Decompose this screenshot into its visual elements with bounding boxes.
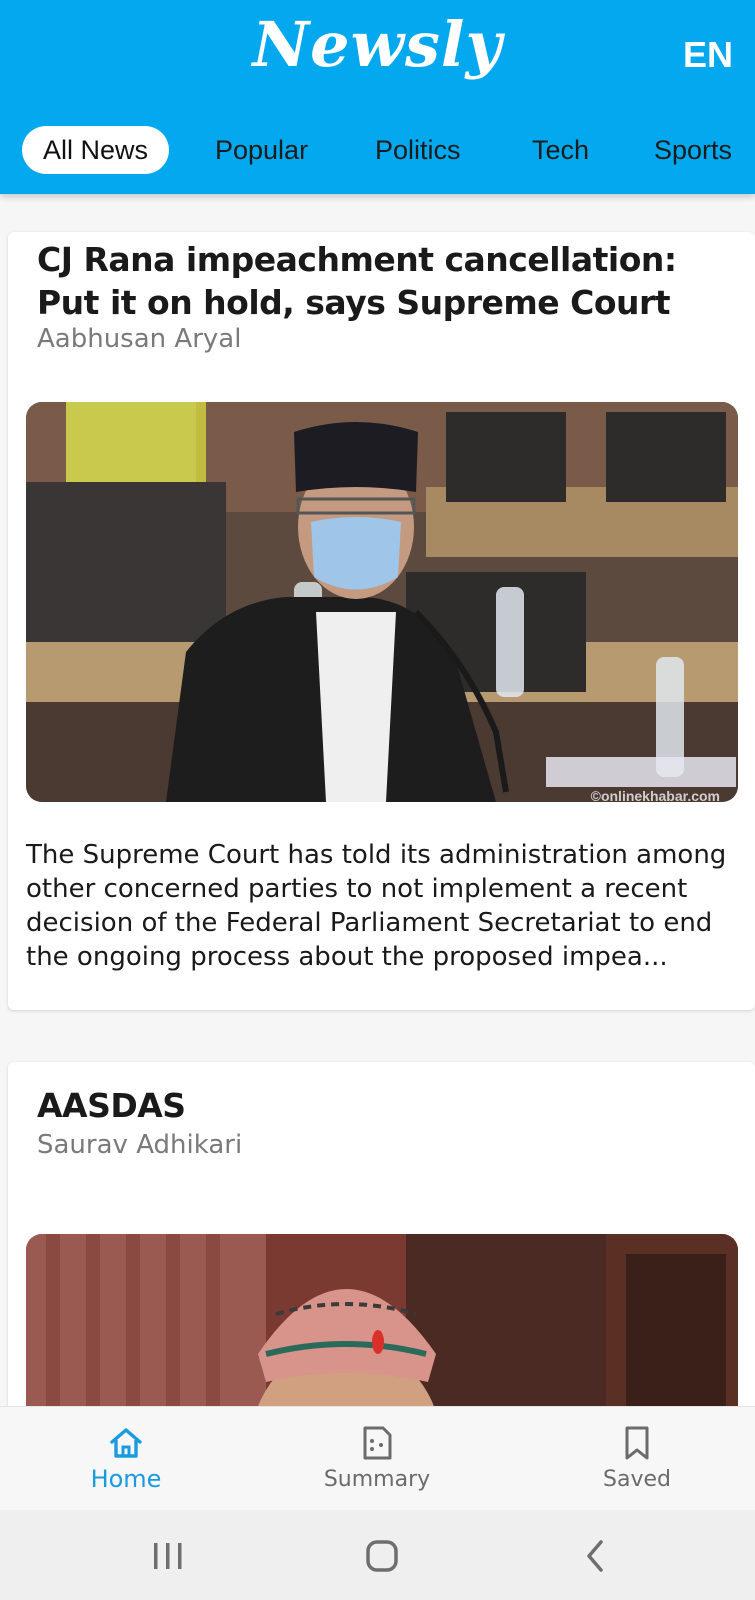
app-header: Newsly EN All News Popular Politics Tech… bbox=[0, 0, 755, 194]
article-photo bbox=[26, 402, 738, 802]
tab-politics[interactable]: Politics bbox=[375, 126, 461, 174]
bookmark-icon bbox=[625, 1426, 649, 1460]
nav-summary-label: Summary bbox=[323, 1467, 431, 1492]
tab-popular[interactable]: Popular bbox=[215, 126, 308, 174]
image-watermark: ©onlinekhabar.com bbox=[590, 788, 720, 802]
article-title[interactable]: CJ Rana impeachment cancellation: Put it… bbox=[37, 238, 735, 324]
tab-tech[interactable]: Tech bbox=[532, 126, 589, 174]
bottom-navigation: Home Summary Saved bbox=[0, 1406, 755, 1511]
language-toggle[interactable]: EN bbox=[683, 34, 733, 76]
nav-home-label: Home bbox=[90, 1465, 162, 1493]
back-icon[interactable] bbox=[574, 1534, 618, 1578]
nav-saved[interactable]: Saved bbox=[567, 1407, 707, 1511]
nav-summary[interactable]: Summary bbox=[307, 1407, 447, 1511]
article-card[interactable]: CJ Rana impeachment cancellation: Put it… bbox=[8, 232, 755, 1010]
app-logo: Newsly bbox=[252, 8, 503, 81]
article-title[interactable]: AASDAS bbox=[37, 1084, 735, 1127]
tab-sports[interactable]: Sports bbox=[654, 126, 732, 174]
article-author: Saurav Adhikari bbox=[37, 1130, 243, 1160]
article-author: Aabhusan Aryal bbox=[37, 324, 242, 354]
home-icon bbox=[110, 1428, 142, 1458]
article-snippet: The Supreme Court has told its administr… bbox=[26, 840, 727, 972]
home-circle-icon[interactable] bbox=[360, 1534, 404, 1578]
category-tabs: All News Popular Politics Tech Sports bbox=[0, 126, 755, 174]
article-image[interactable]: ©onlinekhabar.com bbox=[26, 402, 738, 802]
system-navigation-bar bbox=[0, 1510, 755, 1600]
tab-all-news[interactable]: All News bbox=[22, 126, 170, 174]
article-card[interactable]: AASDAS Saurav Adhikari bbox=[8, 1062, 755, 1464]
summary-icon bbox=[363, 1426, 392, 1460]
nav-saved-label: Saved bbox=[603, 1467, 671, 1492]
recent-apps-icon[interactable] bbox=[146, 1534, 190, 1578]
nav-home[interactable]: Home bbox=[56, 1407, 196, 1511]
